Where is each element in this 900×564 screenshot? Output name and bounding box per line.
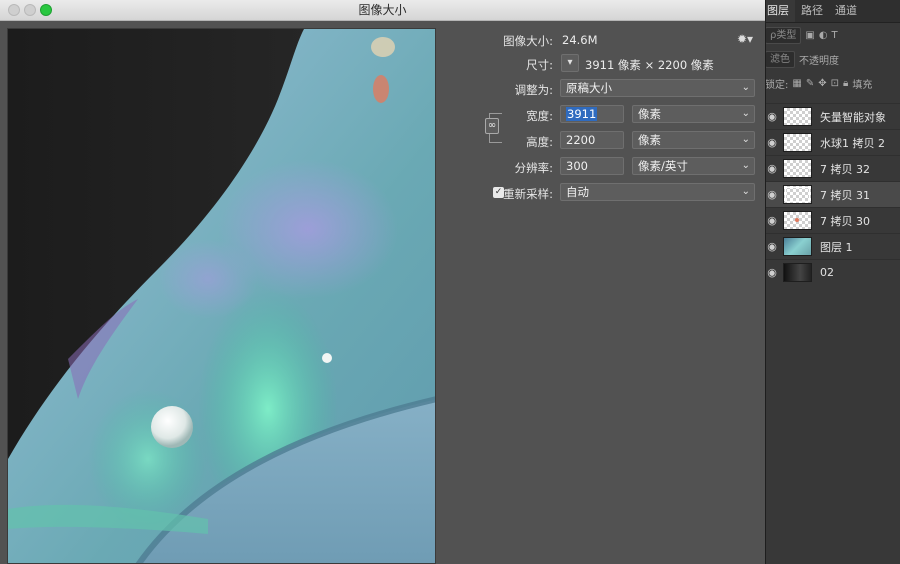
dialog-titlebar: 图像大小 (0, 0, 765, 21)
blend-row: 滤色 不透明度 (761, 47, 900, 71)
fit-to-select[interactable]: 原稿大小 ⌄ (560, 79, 755, 97)
layer-kind-filter[interactable]: ρ类型 (765, 26, 802, 44)
minimize-window-button[interactable] (24, 4, 36, 16)
layer-filter-row: ρ类型 ▣ ◐ T (761, 23, 900, 47)
chevron-down-icon: ▾ (567, 57, 573, 68)
lock-paint-icon[interactable]: ✎ (806, 78, 814, 89)
width-unit-select[interactable]: 像素 ⌄ (632, 105, 755, 123)
fill-label: 填充 (852, 79, 873, 91)
chevron-down-icon: ⌄ (741, 186, 750, 197)
height-unit: 像素 (638, 133, 661, 147)
layer-thumbnail (783, 185, 812, 204)
image-size-label: 图像大小: (503, 34, 553, 48)
layer-row[interactable]: ◉ 7 拷贝 32 (761, 155, 900, 181)
dimensions-value: 3911 像素 × 2200 像素 (585, 58, 714, 72)
resolution-input[interactable]: 300 (560, 157, 624, 175)
image-size-dialog: 图像大小 ✹▾ 图像大小: 24.6M 尺寸: ▾ 3911 像素 × 2200… (0, 0, 766, 564)
fit-to-label: 调整为: (514, 83, 553, 97)
resolution-unit: 像素/英寸 (638, 159, 688, 173)
layer-thumbnail (783, 133, 812, 152)
layer-row[interactable]: ◉ 图层 1 (761, 233, 900, 259)
layer-name: 图层 1 (820, 240, 853, 254)
resolution-value: 300 (566, 159, 588, 173)
tab-layers[interactable]: 图层 (761, 0, 795, 22)
chevron-down-icon: ⌄ (741, 160, 750, 171)
layers-panel: 图层 路径 通道 ρ类型 ▣ ◐ T 滤色 不透明度 锁定: ▦ ✎ ✥ ⊡ 🔒… (760, 0, 900, 564)
width-unit: 像素 (638, 107, 661, 121)
layer-row-selected[interactable]: ◉ 7 拷贝 31 (761, 181, 900, 207)
layer-name: 02 (820, 266, 834, 279)
lock-row: 锁定: ▦ ✎ ✥ ⊡ 🔒︎ 填充 (761, 71, 900, 95)
resample-select[interactable]: 自动 ⌄ (560, 183, 755, 201)
layer-thumbnail (783, 263, 812, 282)
layer-name: 水球1 拷贝 2 (820, 136, 885, 150)
image-preview[interactable] (7, 28, 436, 564)
chevron-down-icon: ⌄ (741, 134, 750, 145)
chevron-down-icon: ⌄ (741, 82, 750, 93)
panel-tabs: 图层 路径 通道 (761, 0, 900, 23)
adjustment-filter-icon[interactable]: ◐ (819, 30, 828, 41)
zoom-window-button[interactable] (40, 4, 52, 16)
fit-to-value: 原稿大小 (566, 81, 612, 95)
height-input[interactable]: 2200 (560, 131, 624, 149)
layer-name: 矢量智能对象 (820, 110, 886, 124)
height-unit-select[interactable]: 像素 ⌄ (632, 131, 755, 149)
resample-label: 重新采样: (503, 187, 553, 201)
lock-label: 锁定: (765, 79, 789, 91)
lock-artboard-icon[interactable]: ⊡ (831, 78, 839, 89)
lock-all-icon[interactable]: 🔒︎ (843, 78, 848, 89)
dimensions-label: 尺寸: (526, 58, 553, 72)
close-window-button[interactable] (8, 4, 20, 16)
layer-thumbnail (783, 211, 812, 230)
resample-value: 自动 (566, 185, 589, 199)
layer-row[interactable]: ◉ 7 拷贝 30 (761, 207, 900, 233)
tab-paths[interactable]: 路径 (795, 0, 829, 22)
chevron-down-icon: ⌄ (741, 108, 750, 119)
layer-row[interactable]: ◉ 02 (761, 259, 900, 285)
lock-move-icon[interactable]: ✥ (818, 78, 826, 89)
gear-icon[interactable]: ✹▾ (737, 32, 753, 46)
image-filter-icon[interactable]: ▣ (805, 30, 814, 41)
type-filter-icon[interactable]: T (832, 30, 838, 41)
layer-name: 7 拷贝 32 (820, 162, 870, 176)
layer-thumbnail (783, 237, 812, 256)
lock-transparent-icon[interactable]: ▦ (792, 78, 801, 89)
layer-name: 7 拷贝 31 (820, 188, 870, 202)
layer-thumbnail (783, 107, 812, 126)
resolution-unit-select[interactable]: 像素/英寸 ⌄ (632, 157, 755, 175)
width-value: 3911 (566, 107, 598, 121)
image-size-value: 24.6M (562, 33, 598, 47)
blend-mode-select[interactable]: 滤色 (765, 50, 795, 68)
layer-name: 7 拷贝 30 (820, 214, 870, 228)
height-label: 高度: (526, 135, 553, 149)
resolution-label: 分辨率: (514, 161, 553, 175)
width-label: 宽度: (526, 109, 553, 123)
width-input[interactable]: 3911 (560, 105, 624, 123)
opacity-label: 不透明度 (799, 55, 839, 67)
height-value: 2200 (566, 133, 596, 147)
layer-row[interactable]: ◉ 水球1 拷贝 2 (761, 129, 900, 155)
layer-thumbnail (783, 159, 812, 178)
tab-channels[interactable]: 通道 (829, 0, 863, 22)
dialog-title: 图像大小 (358, 3, 407, 17)
layer-row[interactable]: ◉ 矢量智能对象 (761, 103, 900, 129)
link-chain-icon[interactable]: ∞ (485, 118, 499, 134)
dimensions-unit-toggle[interactable]: ▾ (561, 54, 579, 72)
